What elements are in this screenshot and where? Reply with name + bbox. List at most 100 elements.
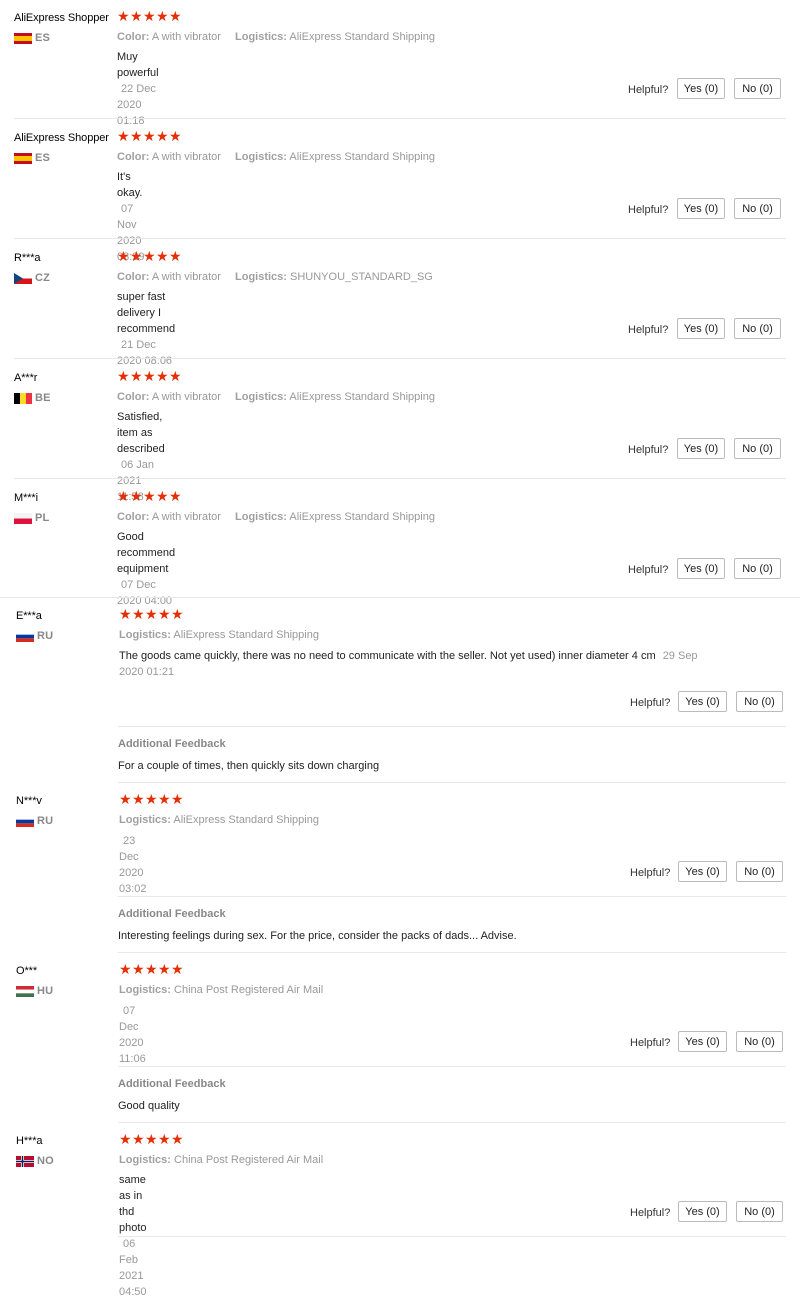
helpful-no-button[interactable]: No (0) bbox=[734, 438, 781, 459]
review-attributes: Color: A with vibrator Logistics: SHUNYO… bbox=[117, 271, 444, 283]
reviewer-name: R***a bbox=[14, 252, 41, 264]
star-icon: ★ bbox=[143, 8, 156, 24]
logistics-value: AliExpress Standard Shipping bbox=[173, 814, 319, 826]
review-content: Good recommend equipment bbox=[117, 531, 176, 575]
reviewer-name: M***i bbox=[14, 492, 38, 504]
color-value: A with vibrator bbox=[151, 391, 221, 403]
star-rating: ★ ★ ★ ★ ★ bbox=[119, 961, 184, 977]
divider bbox=[14, 118, 786, 119]
color-label: Color: bbox=[117, 271, 150, 283]
divider bbox=[14, 478, 786, 479]
color-label: Color: bbox=[117, 151, 150, 163]
star-icon: ★ bbox=[169, 368, 182, 384]
divider bbox=[118, 726, 786, 727]
helpful-yes-button[interactable]: Yes (0) bbox=[678, 861, 727, 882]
helpful-no-button[interactable]: No (0) bbox=[736, 1201, 783, 1222]
reviewer-country: HU bbox=[37, 985, 54, 997]
review-content: It's okay. bbox=[117, 171, 143, 199]
reviewer-name: AliExpress Shopper bbox=[14, 132, 109, 144]
reviewer-country: BE bbox=[35, 392, 51, 404]
helpful-label: Helpful? bbox=[628, 324, 669, 336]
star-rating: ★ ★ ★ ★ ★ bbox=[117, 248, 182, 264]
helpful-yes-button[interactable]: Yes (0) bbox=[677, 438, 725, 459]
star-icon: ★ bbox=[156, 248, 169, 264]
helpful-yes-button[interactable]: Yes (0) bbox=[678, 1201, 727, 1222]
reviewer-country: ES bbox=[35, 152, 51, 164]
star-icon: ★ bbox=[171, 961, 184, 977]
star-icon: ★ bbox=[169, 8, 182, 24]
helpful-label: Helpful? bbox=[628, 84, 669, 96]
helpful-yes-button[interactable]: Yes (0) bbox=[677, 318, 725, 339]
flag-be-icon bbox=[14, 392, 32, 404]
logistics-value: AliExpress Standard Shipping bbox=[289, 391, 435, 403]
helpful-yes-button[interactable]: Yes (0) bbox=[677, 198, 725, 219]
helpful-no-button[interactable]: No (0) bbox=[736, 1031, 783, 1052]
star-icon: ★ bbox=[145, 961, 158, 977]
helpful-yes-button[interactable]: Yes (0) bbox=[678, 691, 727, 712]
additional-feedback-title: Additional Feedback bbox=[118, 908, 226, 920]
star-rating: ★ ★ ★ ★ ★ bbox=[117, 128, 182, 144]
star-rating: ★ ★ ★ ★ ★ bbox=[117, 8, 182, 24]
review-attributes: Color: A with vibrator Logistics: AliExp… bbox=[117, 391, 446, 403]
helpful-yes-button[interactable]: Yes (0) bbox=[677, 558, 725, 579]
review-date: 07 Dec 2020 04:00 bbox=[117, 579, 173, 607]
star-icon: ★ bbox=[143, 248, 156, 264]
star-icon: ★ bbox=[130, 128, 143, 144]
flag-ru-icon bbox=[16, 630, 34, 642]
color-label: Color: bbox=[117, 31, 150, 43]
logistics-label: Logistics: bbox=[235, 31, 287, 43]
star-icon: ★ bbox=[130, 8, 143, 24]
reviewer-name: AliExpress Shopper bbox=[14, 12, 109, 24]
helpful-no-button[interactable]: No (0) bbox=[736, 691, 783, 712]
additional-feedback-text: Good quality bbox=[118, 1100, 180, 1112]
helpful-yes-button[interactable]: Yes (0) bbox=[678, 1031, 727, 1052]
divider bbox=[118, 1066, 786, 1067]
star-icon: ★ bbox=[171, 1131, 184, 1147]
divider bbox=[0, 597, 800, 598]
color-value: A with vibrator bbox=[151, 511, 221, 523]
star-icon: ★ bbox=[117, 248, 130, 264]
star-icon: ★ bbox=[145, 1131, 158, 1147]
logistics-value: AliExpress Standard Shipping bbox=[173, 629, 319, 641]
flag-hu-icon bbox=[16, 985, 34, 997]
star-icon: ★ bbox=[130, 488, 143, 504]
review-date: 23 Dec 2020 03:02 bbox=[119, 835, 147, 895]
helpful-no-button[interactable]: No (0) bbox=[734, 78, 781, 99]
star-icon: ★ bbox=[117, 368, 130, 384]
helpful-no-button[interactable]: No (0) bbox=[734, 558, 781, 579]
reviewer-country: RU bbox=[37, 815, 54, 827]
logistics-label: Logistics: bbox=[235, 511, 287, 523]
helpful-label: Helpful? bbox=[628, 444, 669, 456]
review-content: The goods came quickly, there was no nee… bbox=[119, 650, 656, 662]
star-icon: ★ bbox=[117, 128, 130, 144]
additional-feedback-title: Additional Feedback bbox=[118, 1078, 226, 1090]
flag-cz-icon bbox=[14, 272, 32, 284]
review-attributes: Color: A with vibrator Logistics: AliExp… bbox=[117, 511, 446, 523]
star-icon: ★ bbox=[132, 961, 145, 977]
review-text: 23 Dec 2020 03:02 bbox=[119, 833, 147, 897]
helpful-label: Helpful? bbox=[630, 1207, 671, 1219]
divider bbox=[118, 782, 786, 783]
logistics-label: Logistics: bbox=[235, 391, 287, 403]
review-text: 07 Dec 2020 11:06 bbox=[119, 1003, 146, 1067]
helpful-no-button[interactable]: No (0) bbox=[734, 198, 781, 219]
star-icon: ★ bbox=[119, 791, 132, 807]
color-label: Color: bbox=[117, 391, 150, 403]
helpful-no-button[interactable]: No (0) bbox=[736, 861, 783, 882]
star-icon: ★ bbox=[156, 128, 169, 144]
divider bbox=[14, 238, 786, 239]
reviewer-country: ES bbox=[35, 32, 51, 44]
star-icon: ★ bbox=[156, 488, 169, 504]
star-icon: ★ bbox=[145, 606, 158, 622]
flag-es-icon bbox=[14, 152, 32, 164]
helpful-yes-button[interactable]: Yes (0) bbox=[677, 78, 725, 99]
additional-feedback-title: Additional Feedback bbox=[118, 738, 226, 750]
helpful-no-button[interactable]: No (0) bbox=[734, 318, 781, 339]
review-text: super fast delivery I recommend 21 Dec 2… bbox=[117, 289, 175, 369]
color-value: A with vibrator bbox=[151, 151, 221, 163]
color-label: Color: bbox=[117, 511, 150, 523]
star-icon: ★ bbox=[119, 606, 132, 622]
star-icon: ★ bbox=[169, 248, 182, 264]
star-icon: ★ bbox=[169, 128, 182, 144]
review-attributes: Logistics: China Post Registered Air Mai… bbox=[119, 984, 334, 996]
